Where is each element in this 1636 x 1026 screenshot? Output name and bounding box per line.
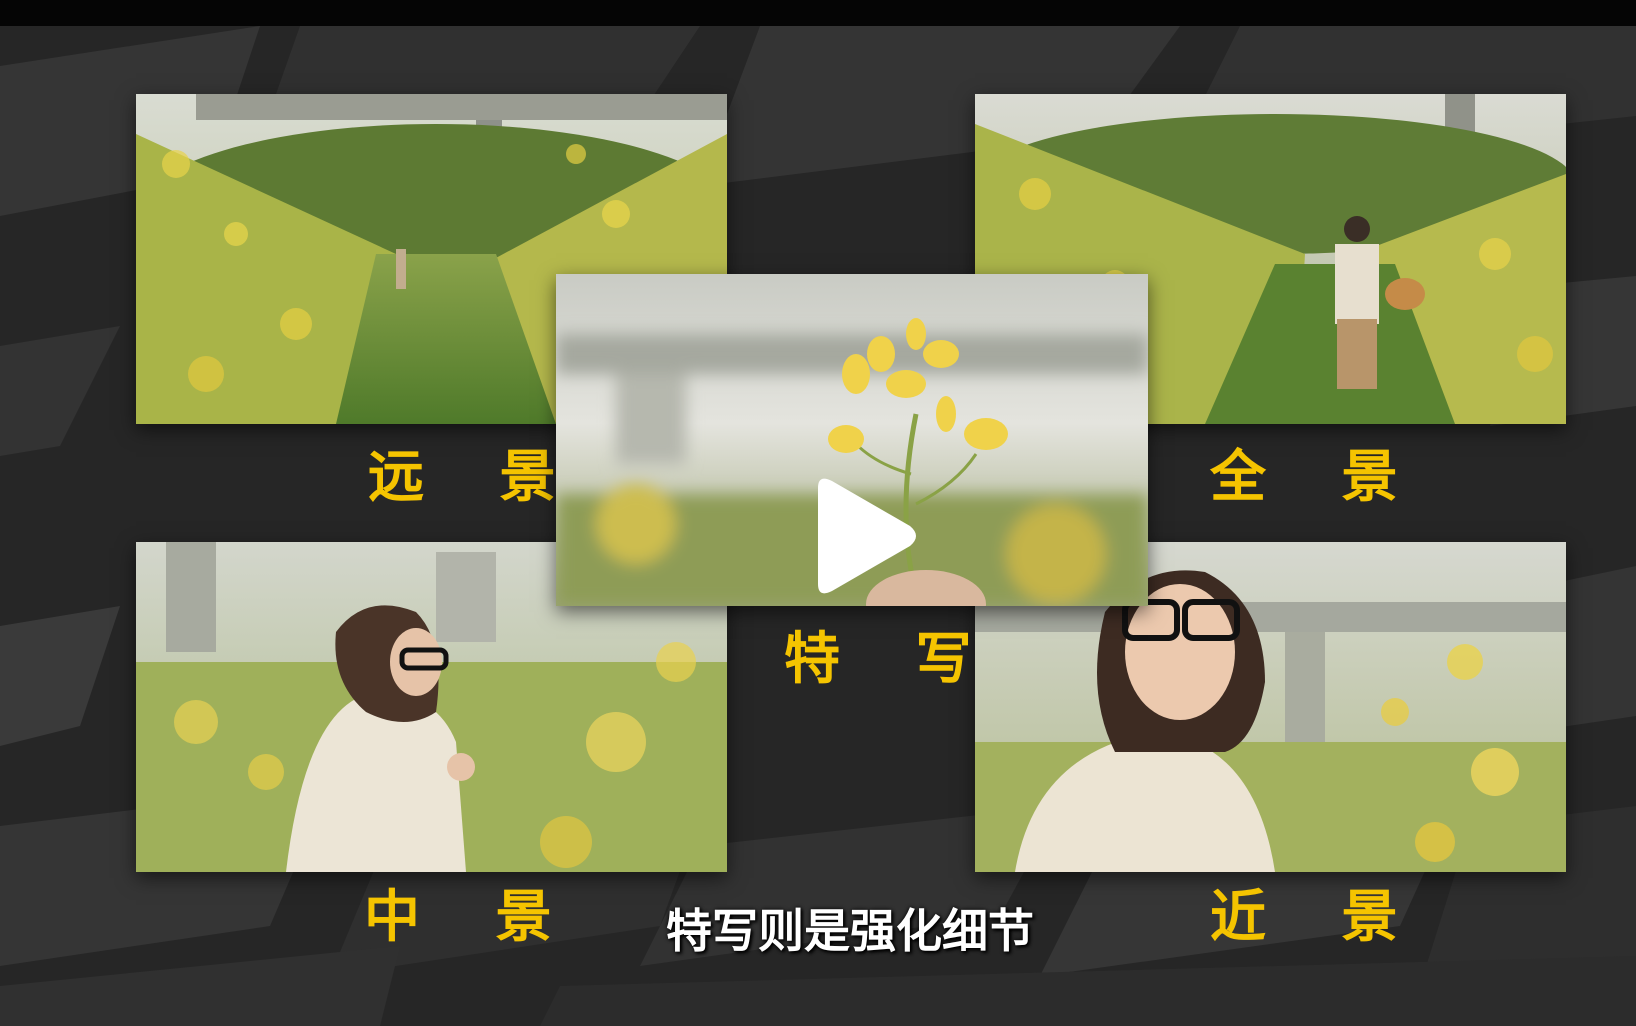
play-icon [818,478,916,594]
full-shot-label: 全 景 [1210,445,1426,510]
video-frame: 远 景 全 景 中 景 近 景 特 写 特写则是强化细节 [0,0,1636,1026]
top-bar [0,0,1636,26]
closeup-shot-label: 特 写 [784,627,1000,692]
play-button[interactable] [808,474,920,598]
subtitle-caption: 特写则是强化细节 [666,904,1034,958]
far-shot-label: 远 景 [368,445,584,510]
